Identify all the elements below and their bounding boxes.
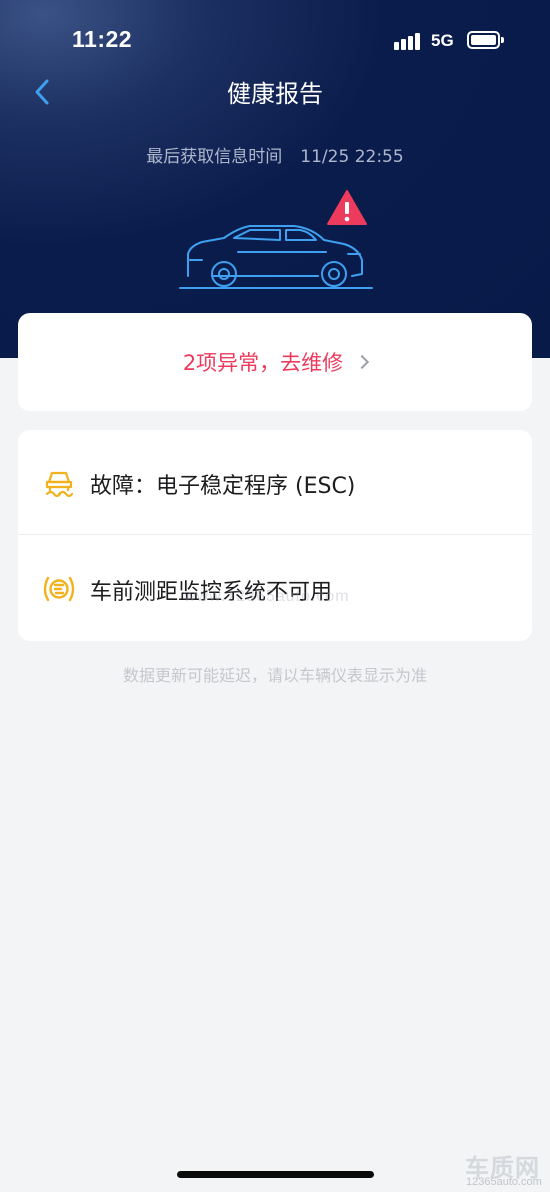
- watermark-url: 12365auto.com: [466, 1176, 542, 1188]
- front-distance-monitor-icon: [42, 574, 76, 604]
- list-item: 故障：电子稳定程序 (ESC): [18, 430, 532, 535]
- watermark-overlay: www.12365auto.com: [184, 588, 350, 605]
- chevron-right-icon: [355, 354, 370, 370]
- warning-triangle-icon: [327, 190, 367, 225]
- fault-summary-text: 2项异常，去维修: [182, 351, 344, 375]
- fault-summary-card[interactable]: 2项异常，去维修: [18, 313, 532, 411]
- signal-icon: [394, 32, 424, 50]
- fault-summary: 2项异常，去维修: [18, 347, 532, 377]
- last-fetch-info: 最后获取信息时间 11/25 22:55: [0, 142, 550, 167]
- car-status-illustration: [176, 188, 376, 293]
- last-fetch-label: 最后获取信息时间: [146, 147, 283, 167]
- data-delay-note: 数据更新可能延迟，请以车辆仪表显示为准: [122, 666, 427, 685]
- esc-skid-warning-icon: [42, 468, 76, 498]
- last-fetch-time: 11/25 22:55: [300, 147, 404, 167]
- fault-text: 故障：电子稳定程序 (ESC): [90, 474, 356, 499]
- network-type: 5G: [431, 31, 454, 50]
- status-time: 11:22: [72, 26, 133, 52]
- home-indicator[interactable]: [177, 1171, 374, 1178]
- page-title: 健康报告: [227, 80, 323, 108]
- status-bar: 11:22 5G: [0, 0, 550, 80]
- car-outline-icon: [179, 190, 373, 289]
- battery-icon: [467, 31, 504, 49]
- fault-list: 故障：电子稳定程序 (ESC) 车前测距监控系统不可用: [18, 430, 532, 641]
